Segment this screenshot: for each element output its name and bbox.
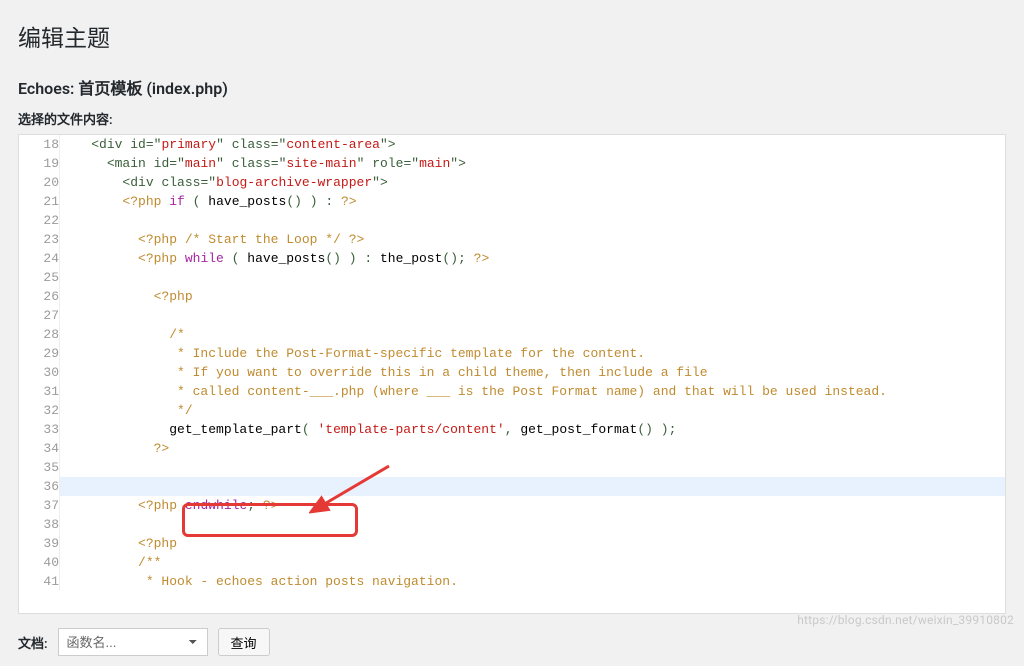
line-number: 23 (19, 230, 60, 249)
line-number: 22 (19, 211, 60, 230)
code-content[interactable]: <?php if ( have_posts() ) : ?> (60, 192, 1006, 211)
code-line[interactable]: 23 <?php /* Start the Loop */ ?> (19, 230, 1005, 249)
code-content[interactable]: * called content-___.php (where ___ is t… (60, 382, 1006, 401)
code-line[interactable]: 25 (19, 268, 1005, 287)
code-line[interactable]: 22 (19, 211, 1005, 230)
code-line[interactable]: 21 <?php if ( have_posts() ) : ?> (19, 192, 1005, 211)
line-number: 21 (19, 192, 60, 211)
line-number: 19 (19, 154, 60, 173)
line-number: 25 (19, 268, 60, 287)
code-content[interactable]: get_template_part( 'template-parts/conte… (60, 420, 1006, 439)
code-line[interactable]: 39 <?php (19, 534, 1005, 553)
code-line[interactable]: 38 (19, 515, 1005, 534)
code-line[interactable]: 27 (19, 306, 1005, 325)
line-number: 18 (19, 135, 60, 154)
code-line[interactable]: 29 * Include the Post-Format-specific te… (19, 344, 1005, 363)
code-content[interactable]: ?> (60, 439, 1006, 458)
code-content[interactable]: /** (60, 553, 1006, 572)
code-content[interactable]: <?php (60, 534, 1006, 553)
code-line[interactable]: 40 /** (19, 553, 1005, 572)
line-number: 37 (19, 496, 60, 515)
line-number: 20 (19, 173, 60, 192)
line-number: 28 (19, 325, 60, 344)
code-content[interactable]: <div class="blog-archive-wrapper"> (60, 173, 1006, 192)
code-line[interactable]: 30 * If you want to override this in a c… (19, 363, 1005, 382)
code-content[interactable]: /* (60, 325, 1006, 344)
code-content[interactable] (60, 458, 1006, 477)
code-line[interactable]: 28 /* (19, 325, 1005, 344)
code-content[interactable]: <?php while ( have_posts() ) : the_post(… (60, 249, 1006, 268)
code-line[interactable]: 32 */ (19, 401, 1005, 420)
code-content[interactable]: <div id="primary" class="content-area"> (60, 135, 1006, 154)
code-content[interactable]: <?php /* Start the Loop */ ?> (60, 230, 1006, 249)
line-number: 30 (19, 363, 60, 382)
code-content[interactable]: <main id="main" class="site-main" role="… (60, 154, 1006, 173)
line-number: 27 (19, 306, 60, 325)
code-line[interactable]: 24 <?php while ( have_posts() ) : the_po… (19, 249, 1005, 268)
code-content[interactable] (60, 211, 1006, 230)
watermark: https://blog.csdn.net/weixin_39910802 (797, 613, 1014, 627)
code-line[interactable]: 18 <div id="primary" class="content-area… (19, 135, 1005, 154)
line-number: 39 (19, 534, 60, 553)
line-number: 26 (19, 287, 60, 306)
lookup-button[interactable]: 查询 (218, 628, 270, 656)
code-line[interactable]: 36 (19, 477, 1005, 496)
code-content[interactable]: */ (60, 401, 1006, 420)
code-content[interactable]: * Hook - echoes action posts navigation. (60, 572, 1006, 591)
line-number: 38 (19, 515, 60, 534)
line-number: 36 (19, 477, 60, 496)
file-content-label: 选择的文件内容: (18, 109, 1006, 128)
code-line[interactable]: 37 <?php endwhile; ?> (19, 496, 1005, 515)
function-name-select[interactable]: 函数名... (58, 628, 208, 656)
code-content[interactable] (60, 515, 1006, 534)
code-line[interactable]: 34 ?> (19, 439, 1005, 458)
line-number: 31 (19, 382, 60, 401)
code-editor[interactable]: 18 <div id="primary" class="content-area… (18, 134, 1006, 614)
code-line[interactable]: 20 <div class="blog-archive-wrapper"> (19, 173, 1005, 192)
line-number: 24 (19, 249, 60, 268)
code-content[interactable]: * Include the Post-Format-specific templ… (60, 344, 1006, 363)
line-number: 40 (19, 553, 60, 572)
code-line[interactable]: 33 get_template_part( 'template-parts/co… (19, 420, 1005, 439)
code-line[interactable]: 19 <main id="main" class="site-main" rol… (19, 154, 1005, 173)
code-line[interactable]: 41 * Hook - echoes action posts navigati… (19, 572, 1005, 591)
theme-file-name: Echoes: 首页模板 (index.php) (18, 75, 1006, 99)
code-line[interactable]: 31 * called content-___.php (where ___ i… (19, 382, 1005, 401)
code-content[interactable]: * If you want to override this in a chil… (60, 363, 1006, 382)
page-title: 编辑主题 (18, 10, 1006, 57)
code-content[interactable]: <?php (60, 287, 1006, 306)
line-number: 41 (19, 572, 60, 591)
line-number: 33 (19, 420, 60, 439)
line-number: 35 (19, 458, 60, 477)
line-number: 34 (19, 439, 60, 458)
code-content[interactable]: <?php endwhile; ?> (60, 496, 1006, 515)
line-number: 29 (19, 344, 60, 363)
code-content[interactable] (60, 268, 1006, 287)
code-content[interactable] (60, 306, 1006, 325)
line-number: 32 (19, 401, 60, 420)
code-line[interactable]: 35 (19, 458, 1005, 477)
code-line[interactable]: 26 <?php (19, 287, 1005, 306)
doc-lookup-bar: 文档: 函数名... 查询 (18, 622, 1006, 656)
code-content[interactable] (60, 477, 1006, 496)
